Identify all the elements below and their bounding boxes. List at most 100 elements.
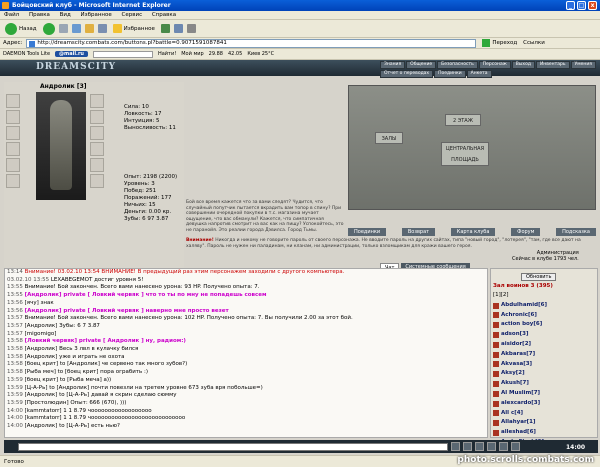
close-button[interactable]: x [588, 1, 597, 10]
player-name[interactable]: Abdulhamid[6] [501, 301, 547, 311]
player-entry[interactable]: aisidor[2] [493, 340, 593, 350]
fights-button[interactable]: Поединки [348, 228, 387, 236]
map-central-square[interactable]: ЦЕНТРАЛЬНАЯ ПЛОЩАДЬ [441, 142, 489, 166]
nav-inventory[interactable]: Инвентарь [535, 61, 570, 69]
player-name[interactable]: Aksy[2] [501, 369, 525, 379]
mail-icon[interactable] [173, 24, 183, 33]
return-button[interactable]: Возврат [401, 228, 436, 236]
stop-icon[interactable] [58, 24, 68, 33]
player-name[interactable]: aisidor[2] [501, 340, 531, 350]
game-area: DREAMSCITY Знания Общение Безопасность П… [0, 60, 600, 455]
boots-slot[interactable] [90, 174, 104, 188]
clear-button[interactable] [463, 442, 472, 451]
daemon-tools-link[interactable]: DAEMON Tools Lite [3, 51, 50, 57]
nav-exit[interactable]: Выход [511, 61, 535, 69]
nav-knowledge[interactable]: Знания [380, 61, 406, 69]
player-entry[interactable]: action boy[6] [493, 320, 593, 330]
player-entry[interactable]: Aksy[2] [493, 369, 593, 379]
chat-input[interactable] [18, 442, 448, 451]
club-map[interactable]: 2 ЭТАЖ ЗАЛЫ ЦЕНТРАЛЬНАЯ ПЛОЩАДЬ [348, 85, 596, 210]
player-entry[interactable]: alexcardo[3] [493, 399, 593, 409]
chat-log[interactable]: 13:14 Внимание! 03.02.10 13:54 ВНИМАНИЕ!… [4, 268, 488, 438]
back-button[interactable]: Назад [3, 22, 39, 35]
go-button[interactable]: Переход [482, 39, 517, 47]
nav-fights[interactable]: Поединки [434, 70, 466, 78]
minimize-button[interactable]: _ [566, 1, 575, 10]
nav-character[interactable]: Персонаж [478, 61, 511, 69]
player-name[interactable]: alleshad[6] [501, 428, 536, 438]
player-name[interactable]: Akbaras[7] [501, 350, 535, 360]
favorites-button[interactable]: Избранное [111, 24, 157, 33]
player-entry[interactable]: alleshad[6] [493, 428, 593, 438]
mailru-logo[interactable]: @mail.ru [55, 51, 88, 57]
player-entry[interactable]: Akbaras[7] [493, 350, 593, 360]
mailru-search-input[interactable] [92, 50, 153, 58]
pages[interactable]: [1][2] [493, 291, 593, 301]
player-entry[interactable]: Allahyar[1] [493, 418, 593, 428]
player-name[interactable]: All c[4] [501, 409, 523, 419]
print-icon[interactable] [186, 24, 196, 33]
player-entry[interactable]: Akush[7] [493, 379, 593, 389]
menu-file[interactable]: Файл [4, 12, 19, 18]
smiles-button[interactable] [475, 442, 484, 451]
menu-view[interactable]: Вид [60, 12, 71, 18]
character-figure[interactable] [36, 92, 86, 200]
exit-button[interactable] [511, 442, 520, 451]
armor-slot[interactable] [6, 158, 20, 172]
address-input[interactable]: http://dreamscity.combats.com/buttons.pl… [26, 38, 477, 48]
nav-transfers[interactable]: Отчет о переводах [380, 70, 434, 78]
club-map-button[interactable]: Карта клуба [450, 228, 496, 236]
menu-favorites[interactable]: Избранное [81, 12, 112, 18]
menu-edit[interactable]: Правка [29, 12, 50, 18]
player-name[interactable]: Al Muslim[7] [501, 389, 540, 399]
leggings-slot[interactable] [90, 158, 104, 172]
weapon-slot[interactable] [6, 142, 20, 156]
gloves-slot[interactable] [90, 110, 104, 124]
belt-slot[interactable] [6, 174, 20, 188]
player-name[interactable]: Akvasa[3] [501, 360, 532, 370]
player-entry[interactable]: Al Muslim[7] [493, 389, 593, 399]
find-button[interactable]: Найти! [158, 51, 176, 57]
flavor-text: Бой все время кажется что за вами следят… [186, 200, 344, 233]
player-entry[interactable]: Akvasa[3] [493, 360, 593, 370]
shield-slot[interactable] [90, 126, 104, 140]
nav-skills[interactable]: Умения [570, 61, 596, 69]
home-icon[interactable] [84, 24, 94, 33]
earrings-slot[interactable] [6, 110, 20, 124]
menu-tools[interactable]: Сервис [122, 12, 143, 18]
player-entry[interactable]: Abdulhamid[6] [493, 301, 593, 311]
hint-button[interactable]: Подсказка [556, 228, 596, 236]
history-icon[interactable] [160, 24, 170, 33]
filter-button[interactable] [487, 442, 496, 451]
forward-button[interactable] [42, 22, 55, 35]
amulet-slot[interactable] [6, 126, 20, 140]
player-entry[interactable]: Achronic[6] [493, 311, 593, 321]
player-name[interactable]: action boy[6] [501, 320, 542, 330]
my-world-link[interactable]: Мой мир [181, 51, 203, 57]
player-name[interactable]: Allahyar[1] [501, 418, 536, 428]
player-entry[interactable]: adson[3] [493, 330, 593, 340]
map-floor2[interactable]: 2 ЭТАЖ [445, 114, 481, 126]
helmet-slot[interactable] [6, 94, 20, 108]
refresh-button[interactable]: Обновить [521, 273, 557, 281]
player-name[interactable]: alexcardo[3] [501, 399, 540, 409]
send-button[interactable] [451, 442, 460, 451]
sound-button[interactable] [499, 442, 508, 451]
ring-slot[interactable] [90, 142, 104, 156]
bracer-slot[interactable] [90, 94, 104, 108]
player-entry[interactable]: All c[4] [493, 409, 593, 419]
character-name[interactable]: Андролик [3] [40, 83, 87, 90]
refresh-icon[interactable] [71, 24, 81, 33]
links-label[interactable]: Ссылки [523, 40, 545, 46]
nav-chat[interactable]: Общение [406, 61, 437, 69]
maximize-button[interactable]: □ [577, 1, 586, 10]
player-name[interactable]: Achronic[6] [501, 311, 537, 321]
forum-button[interactable]: Форум [511, 228, 541, 236]
map-halls[interactable]: ЗАЛЫ [375, 132, 403, 144]
nav-profile[interactable]: Анкета [466, 70, 492, 78]
nav-security[interactable]: Безопасность [437, 61, 478, 69]
player-name[interactable]: Akush[7] [501, 379, 529, 389]
search-icon[interactable] [97, 24, 107, 33]
menu-help[interactable]: Справка [152, 12, 176, 18]
player-name[interactable]: adson[3] [501, 330, 528, 340]
